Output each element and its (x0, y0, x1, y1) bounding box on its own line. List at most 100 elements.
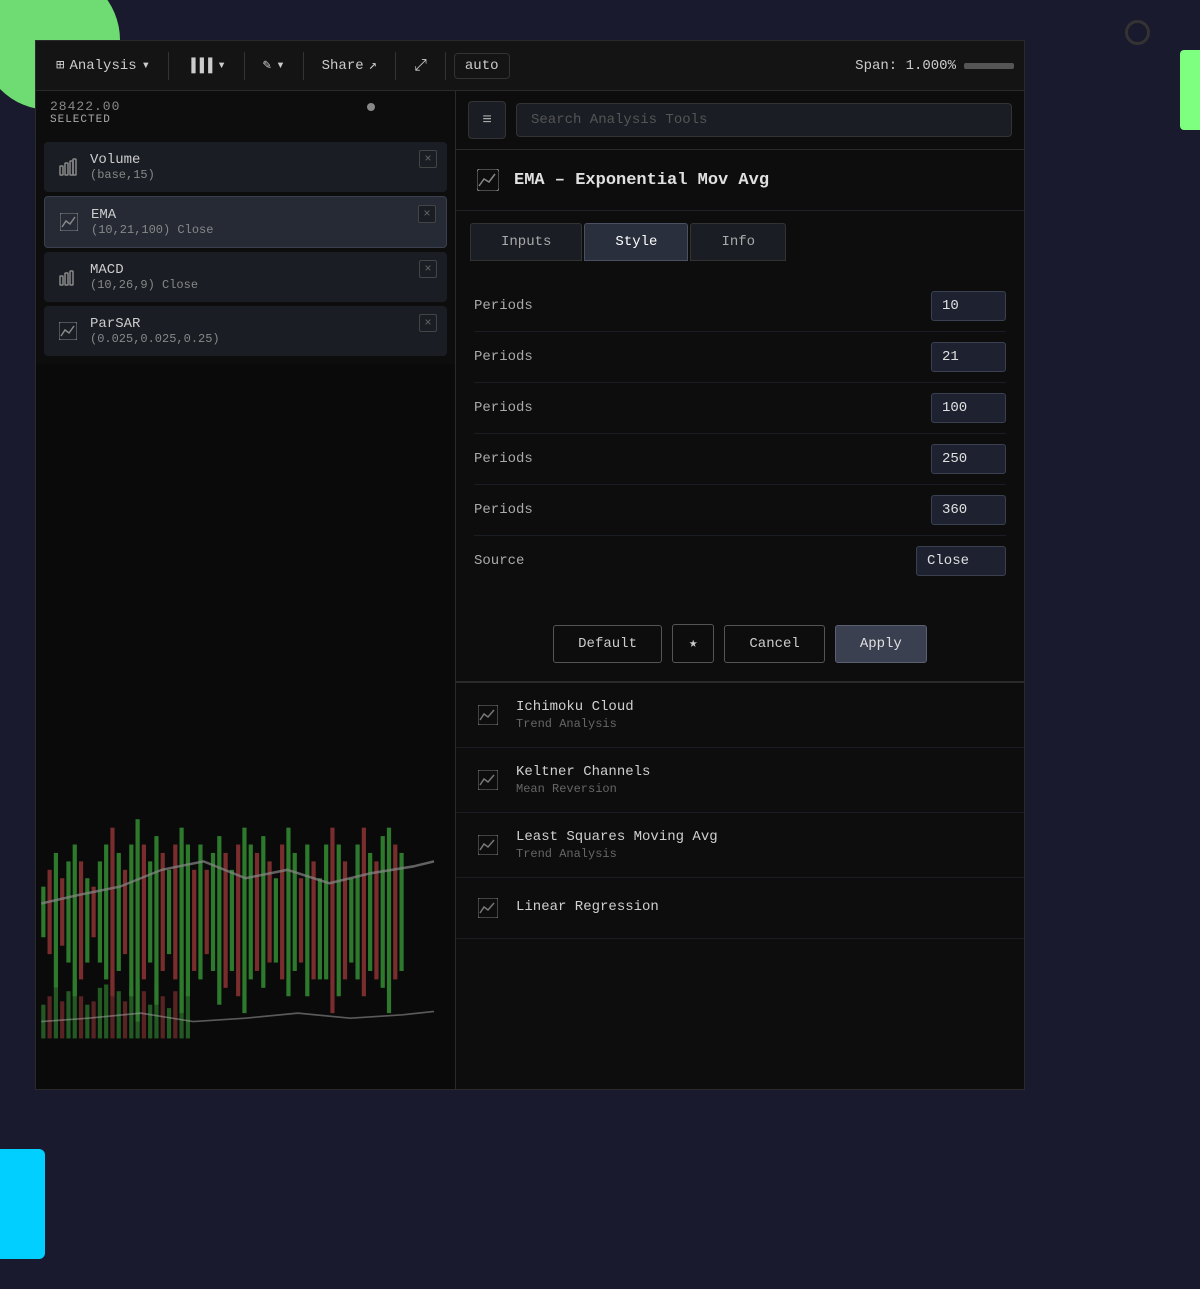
draw-dropdown-icon: ▾ (276, 57, 284, 74)
filter-button[interactable]: ≡ (468, 101, 506, 139)
label-periods-4: Periods (474, 502, 931, 518)
linear-regression-icon (474, 894, 502, 922)
form-row-2: Periods (474, 383, 1006, 434)
volume-close-button[interactable]: × (419, 150, 437, 168)
draw-button[interactable]: ✎ ▾ (253, 52, 295, 79)
inputs-form: Periods Periods Periods Periods (456, 261, 1024, 606)
divider-2 (244, 52, 245, 80)
action-buttons: Default ★ Cancel Apply (456, 606, 1024, 682)
default-button[interactable]: Default (553, 625, 662, 663)
chart-svg (36, 364, 455, 1089)
ema-close-button[interactable]: × (418, 205, 436, 223)
cancel-button[interactable]: Cancel (724, 625, 824, 663)
input-periods-2[interactable] (931, 393, 1006, 423)
keltner-info: Keltner Channels Mean Reversion (516, 764, 650, 796)
input-periods-1[interactable] (931, 342, 1006, 372)
ema-title: EMA – Exponential Mov Avg (514, 171, 769, 190)
parsar-indicator[interactable]: ParSAR (0.025,0.025,0.25) × (44, 306, 447, 356)
analysis-button[interactable]: ⊞ Analysis ▾ (46, 52, 160, 79)
form-row-4: Periods (474, 485, 1006, 536)
indicator-list: Volume (base,15) × EMA (10 (36, 134, 455, 364)
analysis-icon: ⊞ (56, 57, 64, 74)
analysis-label: Analysis (69, 58, 136, 74)
span-container: Span: 1.000% (855, 58, 1014, 74)
ichimoku-item[interactable]: Ichimoku Cloud Trend Analysis (456, 683, 1024, 748)
linear-regression-info: Linear Regression (516, 899, 659, 917)
cancel-label: Cancel (749, 636, 799, 652)
tab-info[interactable]: Info (690, 223, 786, 261)
linear-regression-item[interactable]: Linear Regression (456, 878, 1024, 939)
input-periods-3[interactable] (931, 444, 1006, 474)
tabs-row: Inputs Style Info (456, 211, 1024, 261)
span-bar (964, 63, 1014, 69)
volume-params: (base,15) (90, 168, 435, 182)
selected-header: 28422.00 SELECTED (36, 91, 455, 134)
ema-icon (57, 210, 81, 234)
tab-inputs[interactable]: Inputs (470, 223, 582, 261)
volume-info: Volume (base,15) (90, 152, 435, 182)
parsar-close-button[interactable]: × (419, 314, 437, 332)
input-periods-0[interactable] (931, 291, 1006, 321)
share-button[interactable]: Share ↗ (312, 52, 387, 79)
search-input[interactable] (516, 103, 1012, 137)
toolbar: ⊞ Analysis ▾ ▐▐▐ ▾ ✎ ▾ Share ↗ ⤢ auto (36, 41, 1024, 91)
apply-button[interactable]: Apply (835, 625, 927, 663)
ichimoku-name: Ichimoku Cloud (516, 699, 634, 715)
ema-header-icon (474, 166, 502, 194)
macd-name: MACD (90, 262, 435, 278)
macd-icon (56, 265, 80, 289)
form-row-3: Periods (474, 434, 1006, 485)
tab-info-label: Info (721, 234, 755, 250)
ema-section: EMA – Exponential Mov Avg Inputs Style I… (456, 150, 1024, 683)
keltner-name: Keltner Channels (516, 764, 650, 780)
label-periods-3: Periods (474, 451, 931, 467)
lsma-name: Least Squares Moving Avg (516, 829, 718, 845)
chart-type-button[interactable]: ▐▐▐ ▾ (177, 52, 236, 79)
macd-indicator[interactable]: MACD (10,26,9) Close × (44, 252, 447, 302)
selected-label: SELECTED (50, 114, 111, 126)
macd-close-button[interactable]: × (419, 260, 437, 278)
lsma-icon (474, 831, 502, 859)
tab-style-label: Style (615, 234, 657, 250)
volume-name: Volume (90, 152, 435, 168)
volume-icon (56, 155, 80, 179)
apply-label: Apply (860, 636, 902, 652)
select-source[interactable]: Close Open High Low HL/2 (916, 546, 1006, 576)
star-button[interactable]: ★ (672, 624, 714, 663)
lsma-item[interactable]: Least Squares Moving Avg Trend Analysis (456, 813, 1024, 878)
auto-label: auto (465, 58, 499, 74)
divider-1 (168, 52, 169, 80)
analysis-dropdown-icon: ▾ (142, 57, 150, 74)
ema-header: EMA – Exponential Mov Avg (456, 150, 1024, 211)
ema-info: EMA (10,21,100) Close (91, 207, 434, 237)
parsar-info: ParSAR (0.025,0.025,0.25) (90, 316, 435, 346)
expand-button[interactable]: ⤢ (404, 52, 437, 80)
span-label: Span: 1.000% (855, 58, 956, 74)
auto-button[interactable]: auto (454, 53, 510, 79)
filter-icon: ≡ (482, 111, 492, 129)
form-row-1: Periods (474, 332, 1006, 383)
main-window: ⊞ Analysis ▾ ▐▐▐ ▾ ✎ ▾ Share ↗ ⤢ auto (35, 40, 1025, 1090)
share-label: Share (322, 58, 364, 74)
star-icon: ★ (689, 636, 697, 652)
ema-indicator[interactable]: EMA (10,21,100) Close × (44, 196, 447, 248)
label-source: Source (474, 553, 916, 569)
tab-style[interactable]: Style (584, 223, 688, 261)
macd-params: (10,26,9) Close (90, 278, 435, 292)
ema-name: EMA (91, 207, 434, 223)
keltner-item[interactable]: Keltner Channels Mean Reversion (456, 748, 1024, 813)
form-row-source: Source Close Open High Low HL/2 (474, 536, 1006, 586)
volume-indicator[interactable]: Volume (base,15) × (44, 142, 447, 192)
ichimoku-info: Ichimoku Cloud Trend Analysis (516, 699, 634, 731)
additional-indicators-list: Ichimoku Cloud Trend Analysis Keltner Ch… (456, 683, 1024, 1089)
draw-icon: ✎ (263, 57, 271, 74)
tab-inputs-label: Inputs (501, 234, 551, 250)
ema-params: (10,21,100) Close (91, 223, 434, 237)
share-external-icon: ↗ (369, 57, 377, 74)
lsma-subtitle: Trend Analysis (516, 847, 718, 861)
parsar-icon (56, 319, 80, 343)
keltner-subtitle: Mean Reversion (516, 782, 650, 796)
input-periods-4[interactable] (931, 495, 1006, 525)
label-periods-2: Periods (474, 400, 931, 416)
label-periods-1: Periods (474, 349, 931, 365)
